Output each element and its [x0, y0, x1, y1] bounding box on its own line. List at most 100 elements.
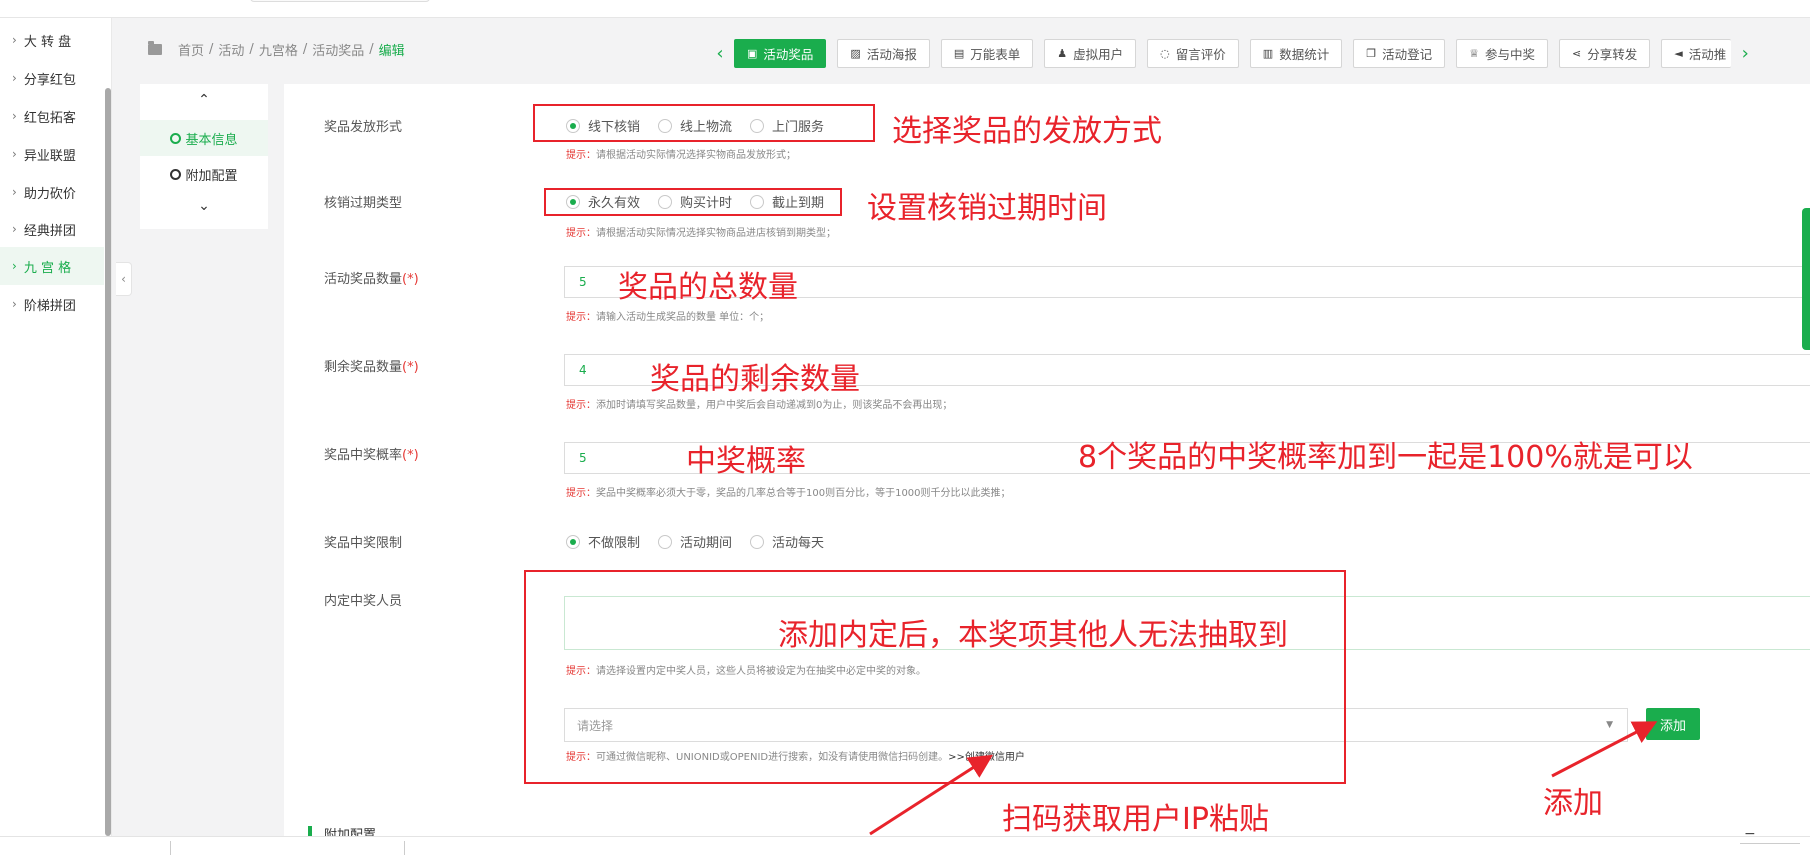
tab-label: 虚拟用户 [1073, 46, 1124, 62]
annotation-total: 奖品的总数量 [618, 270, 798, 305]
sidebar-item[interactable]: › 异业联盟 [0, 135, 104, 173]
radio-label: 不做限制 [588, 536, 641, 551]
hint-key: 提示： [566, 400, 596, 411]
bottom-bar [0, 836, 1810, 855]
breadcrumb-current: 编辑 [378, 44, 405, 59]
radio-during-activity[interactable]: 活动期间 [658, 532, 732, 551]
radio-label: 活动每天 [772, 536, 825, 551]
sidebar-item-label: 异业联盟 [23, 148, 76, 164]
label-text: 剩余奖品数量 [324, 360, 403, 375]
hint-key: 提示： [566, 488, 596, 499]
breadcrumb-link[interactable]: 九宫格 [259, 40, 298, 59]
sidebar-item-active[interactable]: › 九 宫 格 [0, 247, 104, 285]
section-nav-basic-info[interactable]: 基本信息 [140, 120, 268, 156]
bar-chart-icon: ▥ [1262, 46, 1274, 60]
expiry-label: 核销过期类型 [324, 196, 403, 211]
user-plus-icon: ♟ [1057, 46, 1068, 60]
hint-text: 请根据活动实际情况选择实物商品发放形式； [596, 150, 796, 161]
annotation-remaining: 奖品的剩余数量 [650, 362, 860, 397]
radio-dot [566, 534, 580, 549]
header-bar: 首页 / 活动 / 九宫格 / 活动奖品 / 编辑 ‹ ▣ 活动奖品 ▨ 活动海报 ▤ 万能表… [118, 18, 1810, 84]
tab-label: 活动海报 [866, 46, 917, 62]
chevron-right-icon: › [12, 33, 17, 47]
required-mark: (*) [402, 448, 419, 463]
sidebar-collapse-toggle[interactable]: ‹ [116, 262, 132, 296]
hint-text: 奖品中奖概率必须大于零，奖品的几率总合等于100则百分比，等于1000则千分比以… [596, 488, 1011, 499]
side-feedback-tab[interactable] [1802, 208, 1810, 350]
tab-label: 参与中奖 [1484, 46, 1535, 62]
winners-label: 内定中奖人员 [324, 594, 403, 609]
expiry-hint: 提示：请根据活动实际情况选择实物商品进店核销到期类型； [566, 224, 836, 239]
section-nav: ⌃ 基本信息 附加配置 ⌄ [140, 84, 268, 229]
sidebar-item[interactable]: › 阶梯拼团 [0, 285, 104, 323]
probability-label: 奖品中奖概率(*) [324, 444, 419, 463]
sidebar-item[interactable]: › 助力砍价 [0, 173, 104, 211]
chevron-left-icon: ‹ [121, 272, 126, 286]
tab-virtual-users[interactable]: ♟ 虚拟用户 [1044, 38, 1137, 68]
tab-share[interactable]: ⋖ 分享转发 [1558, 38, 1651, 68]
remaining-label: 剩余奖品数量(*) [324, 356, 419, 375]
required-mark: (*) [402, 272, 419, 287]
add-winner-button[interactable]: 添加 [1646, 708, 1700, 740]
chevron-right-icon: › [12, 185, 17, 199]
sidebar: › 大 转 盘 › 分享红包 › 红包拓客 › 异业联盟 › 助力砍价 › 经典拼团 › 九 … [0, 18, 112, 836]
breadcrumb-link[interactable]: 活动奖品 [312, 40, 364, 59]
chevron-right-icon: › [12, 297, 17, 311]
remaining-hint: 提示：添加时请填写奖品数量，用户中奖后会自动递减到0为止，则该奖品不会再出现； [566, 396, 952, 411]
bullhorn-icon: ◄ [1674, 46, 1683, 60]
chevron-right-icon: › [12, 222, 17, 236]
annotation-add: 添加 [1543, 786, 1603, 821]
hint-key: 提示： [566, 150, 596, 161]
tab-form[interactable]: ▤ 万能表单 [940, 38, 1034, 68]
share-icon: ⋖ [1571, 46, 1582, 60]
chevron-up-icon[interactable]: ⌃ [140, 92, 268, 108]
top-search-pill[interactable] [250, 0, 430, 2]
label-text: 奖品中奖概率 [324, 448, 403, 463]
tab-winners[interactable]: ♕ 参与中奖 [1456, 38, 1548, 68]
section-nav-extra-config[interactable]: 附加配置 [140, 156, 268, 192]
sidebar-item-label: 经典拼团 [23, 223, 76, 239]
sidebar-item[interactable]: › 大 转 盘 [0, 21, 104, 59]
tab-registration[interactable]: ❐ 活动登记 [1353, 38, 1446, 68]
limit-label: 奖品中奖限制 [324, 536, 403, 551]
tab-promote[interactable]: ◄ 活动推 [1661, 38, 1732, 68]
collapse-minus-icon[interactable]: − [1744, 826, 1756, 836]
breadcrumb-link[interactable]: 活动 [218, 40, 244, 59]
sidebar-scrollbar[interactable] [105, 88, 111, 836]
annotation-scan: 扫码获取用户IP粘贴 [1002, 802, 1269, 837]
annotation-probability-note: 8个奖品的中奖概率加到一起是100%就是可以 [1078, 440, 1693, 475]
top-strip [0, 0, 1810, 18]
radio-dot [658, 534, 673, 549]
copy-icon: ❐ [1366, 46, 1377, 60]
label-text: 活动奖品数量 [324, 272, 403, 287]
tab-scroll-right-button[interactable]: › [1731, 43, 1759, 64]
delivery-label: 奖品发放形式 [324, 120, 403, 135]
tab-poster[interactable]: ▨ 活动海报 [837, 38, 930, 68]
annotation-probability: 中奖概率 [686, 444, 806, 479]
radio-daily[interactable]: 活动每天 [750, 532, 824, 551]
annotation-winners: 添加内定后，本奖项其他人无法抽取到 [778, 618, 1288, 653]
sidebar-item-label: 红包拓客 [23, 110, 76, 126]
delivery-hint: 提示：请根据活动实际情况选择实物商品发放形式； [566, 146, 796, 161]
gift-icon: ▣ [747, 46, 758, 60]
tab-bar: ‹ ▣ 活动奖品 ▨ 活动海报 ▤ 万能表单 ♟ 虚拟用户 ◌ 留言评价 ▥ 数据统计 ❐ 活… [706, 38, 1759, 68]
radio-dot [750, 534, 765, 549]
radio-no-limit[interactable]: 不做限制 [566, 532, 640, 551]
chevron-down-icon[interactable]: ⌄ [140, 198, 268, 214]
trophy-icon: ♕ [1469, 46, 1479, 60]
tab-stats[interactable]: ▥ 数据统计 [1249, 38, 1343, 68]
chevron-right-icon: › [12, 259, 17, 273]
tab-label: 活动登记 [1382, 46, 1433, 62]
chevron-right-icon: › [12, 109, 17, 123]
sidebar-item[interactable]: › 经典拼团 [0, 210, 104, 248]
breadcrumb-link[interactable]: 首页 [178, 40, 204, 59]
sidebar-item[interactable]: › 红包拓客 [0, 97, 104, 135]
tab-comments[interactable]: ◌ 留言评价 [1147, 38, 1239, 68]
tab-prizes[interactable]: ▣ 活动奖品 [734, 38, 827, 68]
folder-icon [148, 41, 162, 55]
tab-label: 万能表单 [970, 46, 1021, 62]
tab-scroll-left-button[interactable]: ‹ [706, 43, 734, 64]
sidebar-item-label: 阶梯拼团 [23, 298, 76, 314]
total-hint: 提示：请输入活动生成奖品的数量 单位：个； [566, 308, 769, 323]
sidebar-item[interactable]: › 分享红包 [0, 59, 104, 97]
